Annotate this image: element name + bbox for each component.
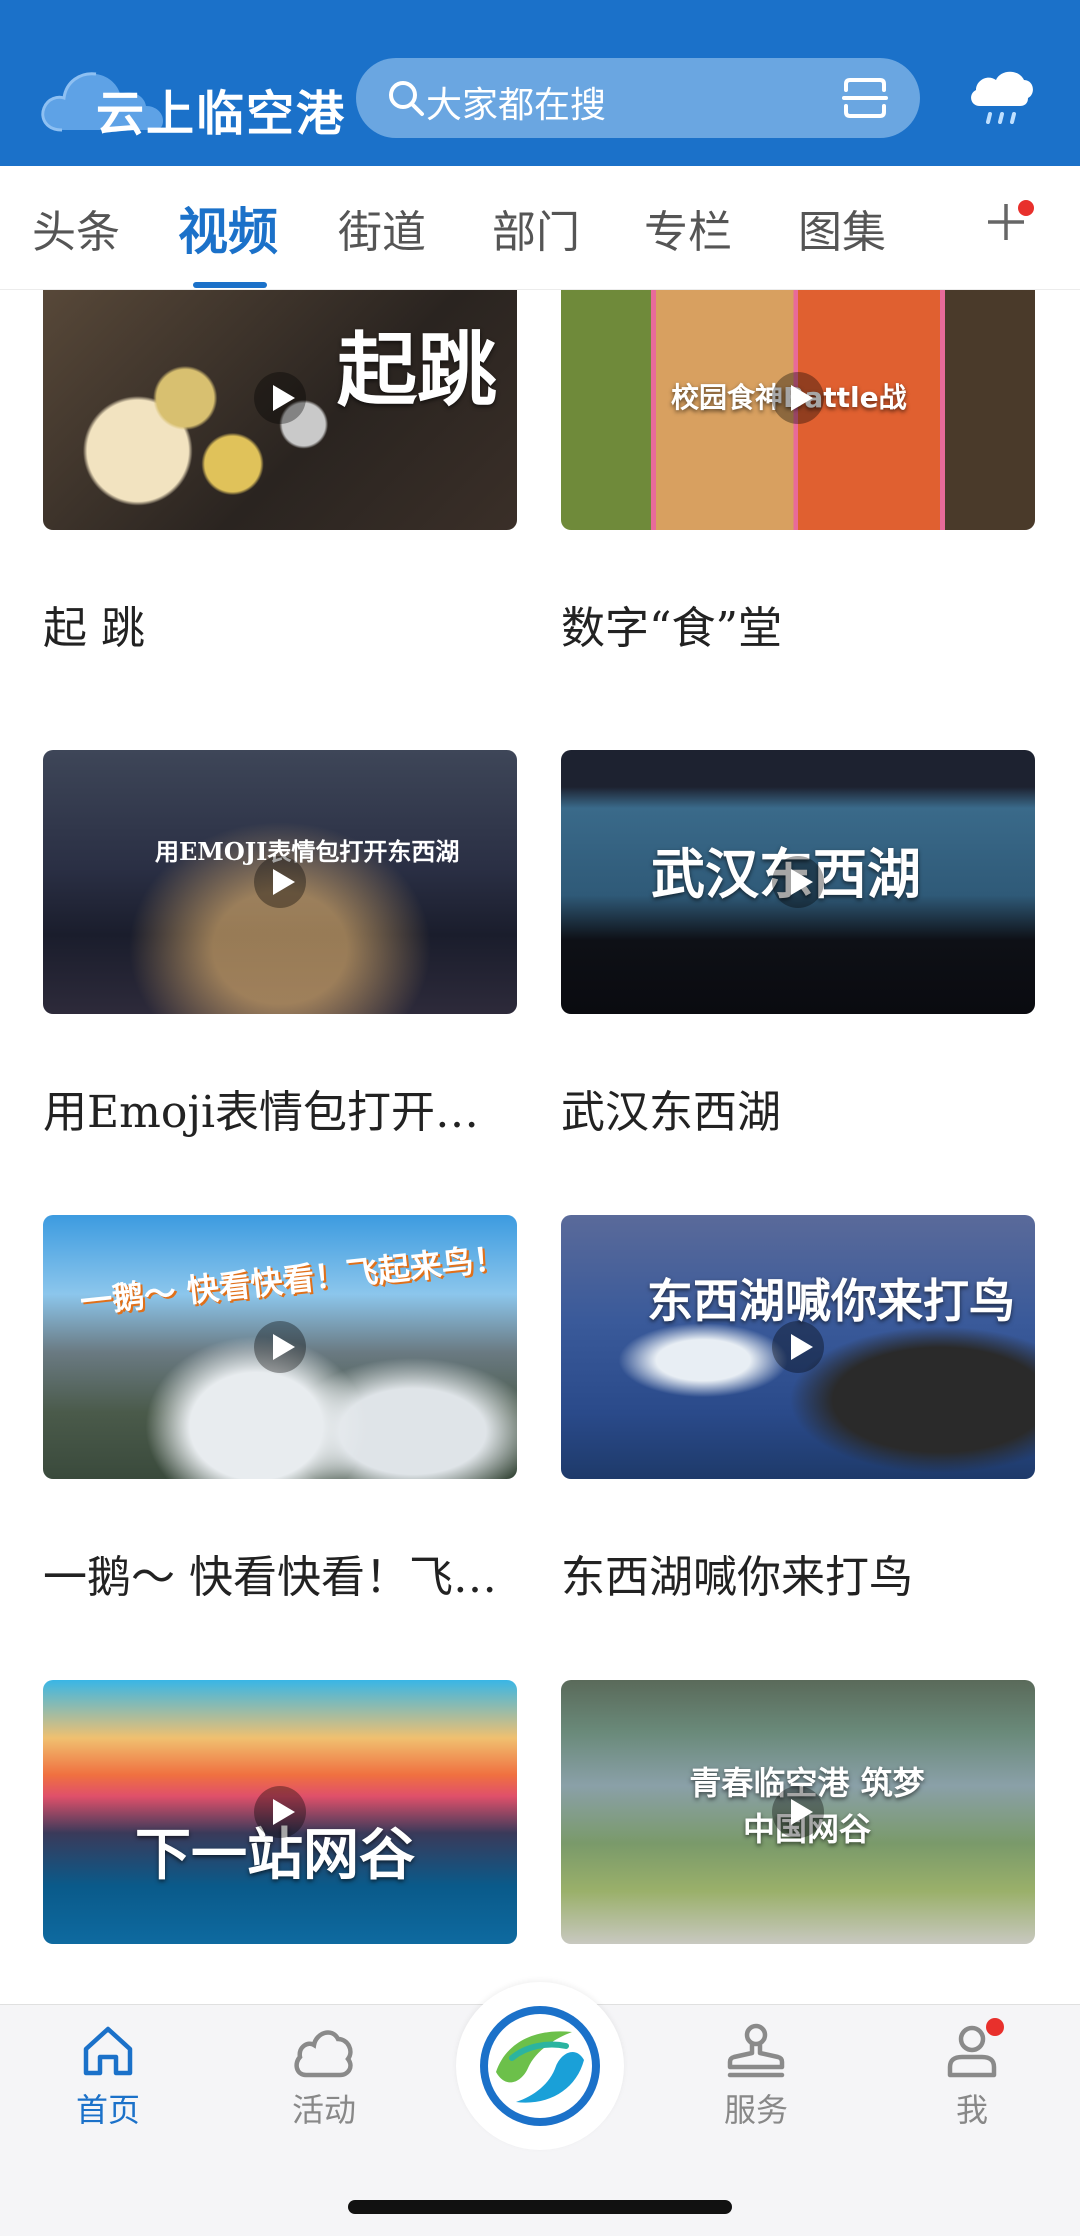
play-icon[interactable] xyxy=(772,856,824,908)
center-action-button[interactable] xyxy=(456,1982,624,2150)
play-icon[interactable] xyxy=(254,1786,306,1838)
activity-icon xyxy=(294,2030,353,2078)
nav-activity-label: 活动 xyxy=(291,2091,356,2129)
nav-me[interactable]: 我 xyxy=(892,2021,1052,2131)
nav-home[interactable]: 首页 xyxy=(28,2021,188,2131)
app-header: 云上临空港 大家都在搜 xyxy=(0,0,1080,166)
video-card[interactable]: 下一站网谷 xyxy=(43,1680,517,1944)
video-title[interactable]: 一鹅～ 快看快看！飞… xyxy=(43,1541,517,1605)
new-badge-dot xyxy=(1018,200,1034,216)
thumbnail-caption: 用EMOJI表情包打开东西湖 xyxy=(155,837,460,866)
video-thumbnail[interactable]: 用EMOJI表情包打开东西湖 xyxy=(43,750,517,1014)
nav-activity[interactable]: 活动 xyxy=(244,2021,404,2131)
play-icon[interactable] xyxy=(254,856,306,908)
nav-me-label: 我 xyxy=(955,2091,988,2129)
active-tab-indicator xyxy=(193,282,267,288)
app-logo[interactable]: 云上临空港 xyxy=(40,58,344,142)
video-feed[interactable]: 起跳 起 跳 校园食神Battle战 数字“食”堂 用EMOJI表情包打开东西湖… xyxy=(0,290,1080,2004)
video-thumbnail[interactable]: 起跳 xyxy=(43,290,517,530)
play-icon[interactable] xyxy=(772,1786,824,1838)
video-title[interactable]: 东西湖喊你来打鸟 xyxy=(561,1541,1035,1605)
video-card[interactable]: 武汉东西湖 武汉东西湖 xyxy=(561,750,1035,1138)
video-title[interactable]: 武汉东西湖 xyxy=(561,1076,1035,1140)
video-thumbnail[interactable]: 青春临空港 筑梦中国网谷 xyxy=(561,1680,1035,1944)
nav-service[interactable]: 服务 xyxy=(676,2021,836,2131)
service-stamp-icon xyxy=(727,2023,785,2078)
play-icon[interactable] xyxy=(254,1321,306,1373)
home-indicator[interactable] xyxy=(348,2200,732,2214)
search-placeholder: 大家都在搜 xyxy=(426,85,607,126)
video-card[interactable]: 起跳 起 跳 xyxy=(43,290,517,654)
video-title[interactable]: 起 跳 xyxy=(43,592,517,656)
thumbnail-caption: 一鹅～ 快看快看！飞起来鸟！ xyxy=(78,1238,508,1322)
tab-headlines[interactable]: 头条 xyxy=(32,196,120,260)
video-thumbnail[interactable]: 一鹅～ 快看快看！飞起来鸟！ xyxy=(43,1215,517,1479)
video-title[interactable]: 数字“食”堂 xyxy=(561,592,1035,656)
weather-icon[interactable] xyxy=(966,62,1036,128)
video-thumbnail[interactable]: 下一站网谷 xyxy=(43,1680,517,1944)
center-logo-icon xyxy=(480,2006,600,2126)
play-icon[interactable] xyxy=(254,372,306,424)
video-card[interactable]: 校园食神Battle战 数字“食”堂 xyxy=(561,290,1035,654)
video-thumbnail[interactable]: 校园食神Battle战 xyxy=(561,290,1035,530)
search-bar[interactable]: 大家都在搜 xyxy=(356,58,920,138)
logo-text: 云上临空港 xyxy=(96,86,347,142)
nav-service-label: 服务 xyxy=(723,2091,788,2129)
tab-columns[interactable]: 专栏 xyxy=(644,196,732,260)
tab-streets[interactable]: 街道 xyxy=(338,196,426,260)
video-card[interactable]: 一鹅～ 快看快看！飞起来鸟！ 一鹅～ 快看快看！飞… xyxy=(43,1215,517,1603)
video-title[interactable]: 用Emoji表情包打开… xyxy=(43,1076,517,1140)
channel-tabs: 头条 视频 街道 部门 专栏 图集 xyxy=(0,166,1080,290)
scan-icon[interactable] xyxy=(842,76,888,120)
tab-departments[interactable]: 部门 xyxy=(492,196,580,260)
thumbnail-caption: 起跳 xyxy=(337,323,497,417)
search-icon xyxy=(389,81,424,116)
tab-video[interactable]: 视频 xyxy=(178,192,278,264)
video-card[interactable]: 用EMOJI表情包打开东西湖 用Emoji表情包打开… xyxy=(43,750,517,1138)
play-icon[interactable] xyxy=(772,1321,824,1373)
home-icon xyxy=(83,2026,133,2076)
video-card[interactable]: 东西湖喊你来打鸟 东西湖喊你来打鸟 xyxy=(561,1215,1035,1603)
tab-galleries[interactable]: 图集 xyxy=(798,196,886,260)
play-icon[interactable] xyxy=(772,372,824,424)
thumbnail-caption: 东西湖喊你来打鸟 xyxy=(647,1274,1015,1328)
video-thumbnail[interactable]: 东西湖喊你来打鸟 xyxy=(561,1215,1035,1479)
video-card[interactable]: 青春临空港 筑梦中国网谷 xyxy=(561,1680,1035,1944)
video-thumbnail[interactable]: 武汉东西湖 xyxy=(561,750,1035,1014)
notification-badge-dot xyxy=(986,2018,1004,2036)
nav-home-label: 首页 xyxy=(75,2091,140,2129)
